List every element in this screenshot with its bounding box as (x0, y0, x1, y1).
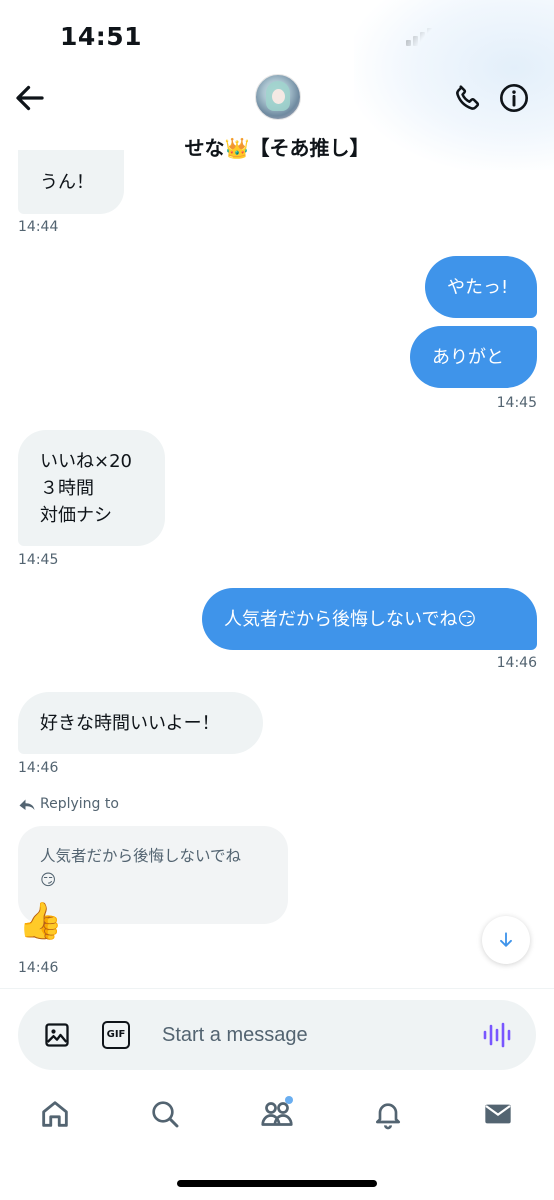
reply-arrow-icon (19, 799, 35, 810)
message-bubble[interactable]: 人気者だから後悔しないでね😏 (202, 588, 537, 650)
message-text: 人気者だから後悔しないでね😏 (224, 608, 477, 630)
message-time: 14:46 (496, 655, 537, 671)
replying-to-label: Replying to (40, 796, 119, 812)
message-line: 対価ナシ (40, 504, 112, 526)
scroll-down-button[interactable] (482, 916, 530, 964)
message-bubble[interactable]: やたっ! (425, 256, 537, 318)
image-icon[interactable] (43, 1021, 71, 1049)
home-indicator (177, 1180, 377, 1187)
messages-icon[interactable] (476, 1092, 520, 1136)
notifications-icon[interactable] (366, 1092, 410, 1136)
message-bubble[interactable]: うん！ (18, 150, 124, 214)
title-tag: 【そあ推し】 (249, 136, 370, 160)
status-time: 14:51 (60, 22, 143, 51)
message-time: 14:45 (496, 395, 537, 411)
message-composer: GIF (18, 1000, 536, 1070)
replying-to: Replying to (18, 796, 119, 812)
message-time: 14:46 (18, 760, 59, 776)
message-bubble[interactable]: いいね×20 ３時間 対価ナシ (18, 430, 165, 546)
message-text: 好きな時間いいよー！ (40, 712, 220, 734)
message-line: ３時間 (40, 477, 94, 499)
communities-icon[interactable] (255, 1092, 299, 1136)
title-name: せな (184, 136, 225, 160)
message-bubble[interactable]: 好きな時間いいよー！ (18, 692, 263, 754)
notification-dot (285, 1096, 293, 1104)
arrow-left-icon[interactable] (12, 80, 48, 116)
message-time: 14:44 (18, 219, 59, 235)
divider (0, 988, 554, 989)
home-icon[interactable] (33, 1092, 77, 1136)
arrow-down-icon (500, 932, 512, 947)
gif-icon[interactable]: GIF (102, 1021, 130, 1049)
bottom-tab-bar (0, 1092, 554, 1144)
voice-message-icon[interactable] (482, 1020, 512, 1050)
message-line: いいね×20 (40, 450, 132, 472)
info-icon[interactable] (498, 82, 530, 114)
thumbs-up-message[interactable]: 👍 (18, 904, 63, 940)
avatar[interactable] (255, 74, 301, 120)
phone-icon[interactable] (452, 82, 484, 114)
message-time: 14:46 (18, 960, 59, 976)
quoted-emoji: 😏 (40, 871, 57, 889)
message-text: やたっ! (447, 276, 509, 298)
message-bubble[interactable]: ありがと (410, 326, 537, 388)
search-icon[interactable] (143, 1092, 187, 1136)
crown-emoji: 👑 (224, 136, 250, 160)
message-text: うん！ (40, 171, 94, 193)
conversation-header: せな👑【そあ推し】 (0, 72, 554, 162)
message-time: 14:45 (18, 552, 59, 568)
message-input[interactable] (162, 1018, 462, 1052)
quoted-text: 人気者だから後悔しないでね (40, 847, 242, 865)
message-text: ありがと (432, 346, 504, 368)
